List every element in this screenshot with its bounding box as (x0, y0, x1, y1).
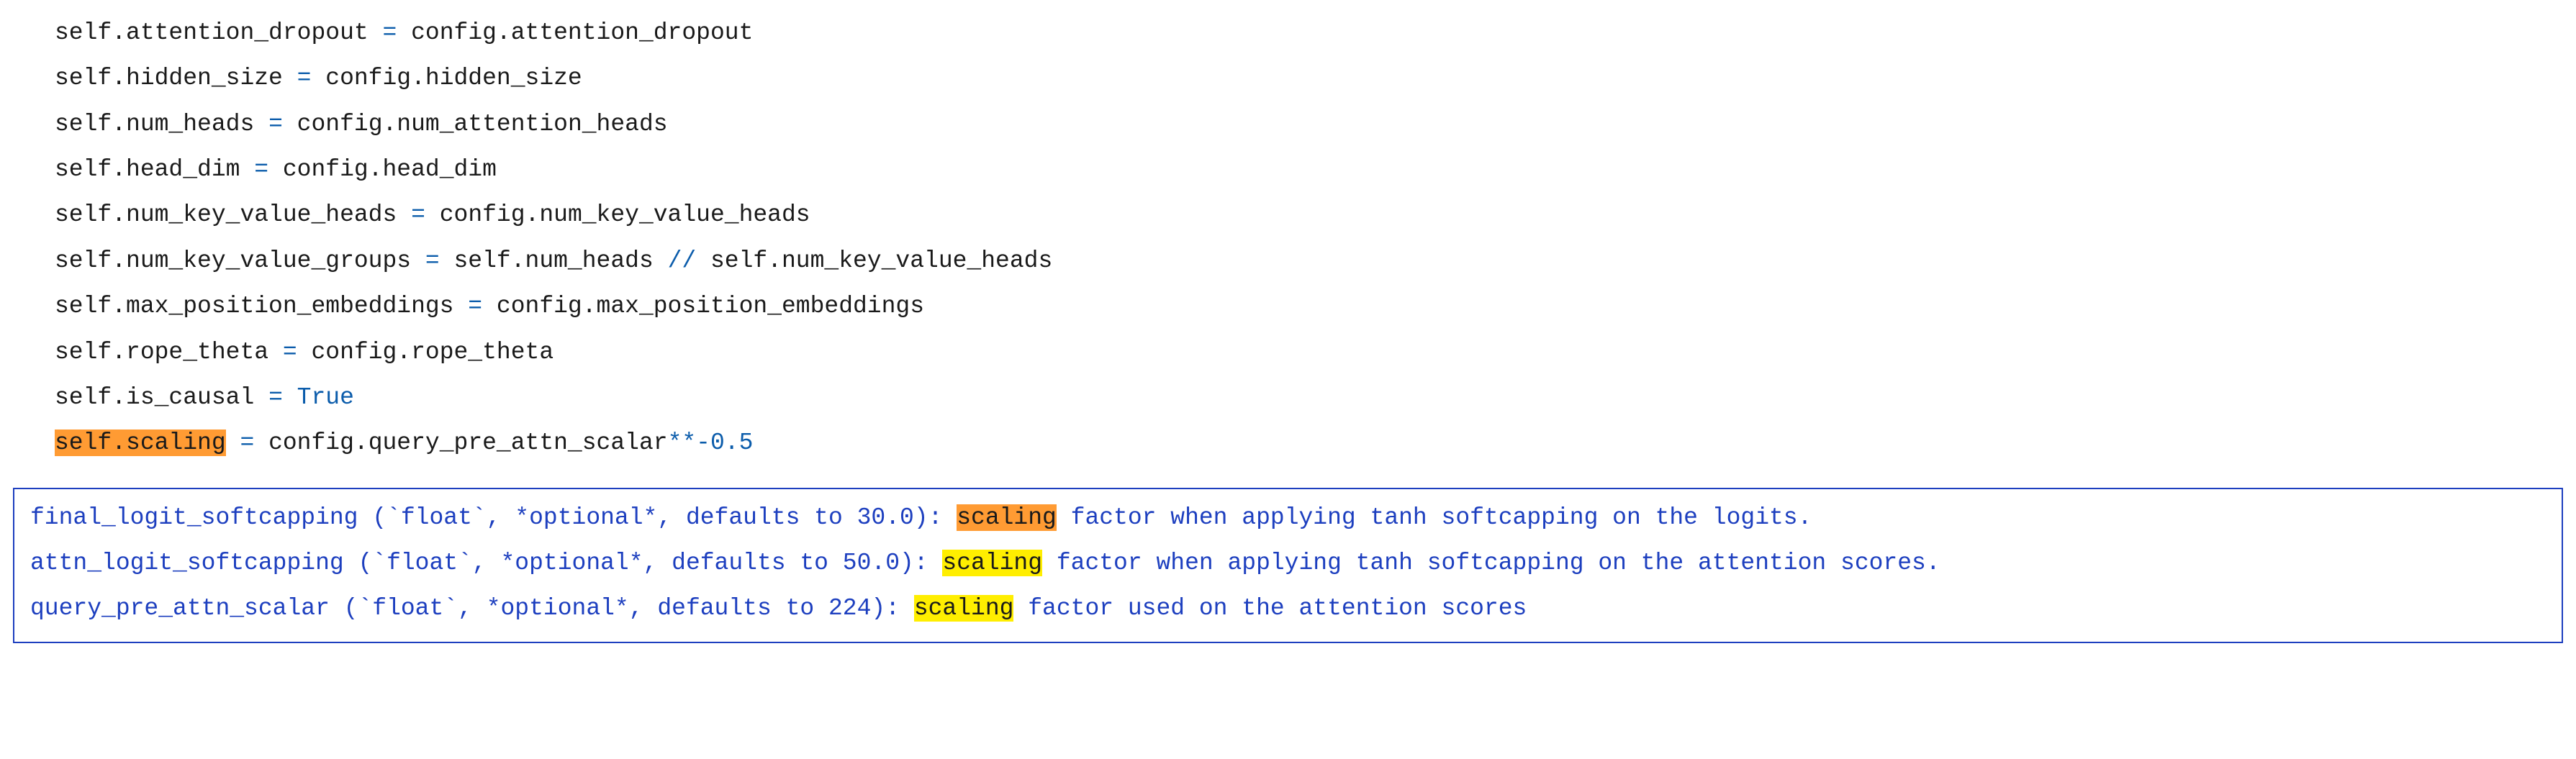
code-text: self.hidden_size (55, 65, 297, 91)
highlight-self-scaling: self.scaling (55, 430, 226, 456)
code-text (226, 430, 240, 456)
code-text: self.num_heads (55, 111, 268, 137)
operator: = (268, 384, 283, 411)
code-line: self.is_causal = True (55, 375, 2563, 420)
highlight-scaling: scaling (914, 595, 1014, 622)
code-text: config.attention_dropout (397, 19, 753, 46)
code-block: self.attention_dropout = config.attentio… (13, 10, 2563, 466)
operator: = (283, 339, 297, 365)
code-line: self.hidden_size = config.hidden_size (55, 55, 2563, 101)
keyword-true: True (283, 384, 354, 411)
operator: = (268, 111, 283, 137)
doc-line: attn_logit_softcapping (`float`, *option… (30, 540, 2546, 586)
code-text: config.query_pre_attn_scalar (254, 430, 667, 456)
code-text: self.head_dim (55, 156, 254, 183)
code-text: config.head_dim (268, 156, 497, 183)
code-text: self.max_position_embeddings (55, 293, 468, 319)
operator: = (425, 247, 440, 274)
code-text: config.num_key_value_heads (425, 201, 810, 228)
code-text: self.attention_dropout (55, 19, 382, 46)
code-text: self.num_key_value_groups (55, 247, 425, 274)
code-text: self.num_heads (440, 247, 668, 274)
operator: = (411, 201, 425, 228)
doc-line: query_pre_attn_scalar (`float`, *optiona… (30, 586, 2546, 631)
code-text: self.rope_theta (55, 339, 283, 365)
code-line: self.num_key_value_groups = self.num_hea… (55, 238, 2563, 283)
code-text: config.num_attention_heads (283, 111, 668, 137)
code-line: self.max_position_embeddings = config.ma… (55, 283, 2563, 329)
doc-desc: factor used on the attention scores (1013, 595, 1527, 622)
code-line: self.head_dim = config.head_dim (55, 147, 2563, 192)
code-line: self.scaling = config.query_pre_attn_sca… (55, 420, 2563, 465)
doc-line: final_logit_softcapping (`float`, *optio… (30, 495, 2546, 540)
number-literal: 0.5 (710, 430, 753, 456)
code-line: self.rope_theta = config.rope_theta (55, 329, 2563, 375)
highlight-scaling: scaling (957, 504, 1057, 531)
operator: **- (668, 430, 710, 456)
code-line: self.attention_dropout = config.attentio… (55, 10, 2563, 55)
code-text: config.rope_theta (297, 339, 553, 365)
code-text: self.is_causal (55, 384, 268, 411)
code-text: config.hidden_size (311, 65, 582, 91)
code-text: self.num_key_value_heads (696, 247, 1052, 274)
operator: = (297, 65, 312, 91)
operator: = (254, 156, 268, 183)
doc-param-name: attn_logit_softcapping (`float`, *option… (30, 550, 942, 576)
docstring-box: final_logit_softcapping (`float`, *optio… (13, 488, 2563, 643)
code-line: self.num_heads = config.num_attention_he… (55, 101, 2563, 147)
operator: = (382, 19, 397, 46)
doc-param-name: query_pre_attn_scalar (`float`, *optiona… (30, 595, 914, 622)
code-text: config.max_position_embeddings (482, 293, 924, 319)
code-text: self.num_key_value_heads (55, 201, 411, 228)
doc-param-name: final_logit_softcapping (`float`, *optio… (30, 504, 957, 531)
doc-desc: factor when applying tanh softcapping on… (1057, 504, 1812, 531)
operator: // (668, 247, 697, 274)
operator: = (240, 430, 254, 456)
operator: = (468, 293, 482, 319)
highlight-scaling: scaling (942, 550, 1042, 576)
doc-desc: factor when applying tanh softcapping on… (1042, 550, 1940, 576)
code-line: self.num_key_value_heads = config.num_ke… (55, 192, 2563, 237)
